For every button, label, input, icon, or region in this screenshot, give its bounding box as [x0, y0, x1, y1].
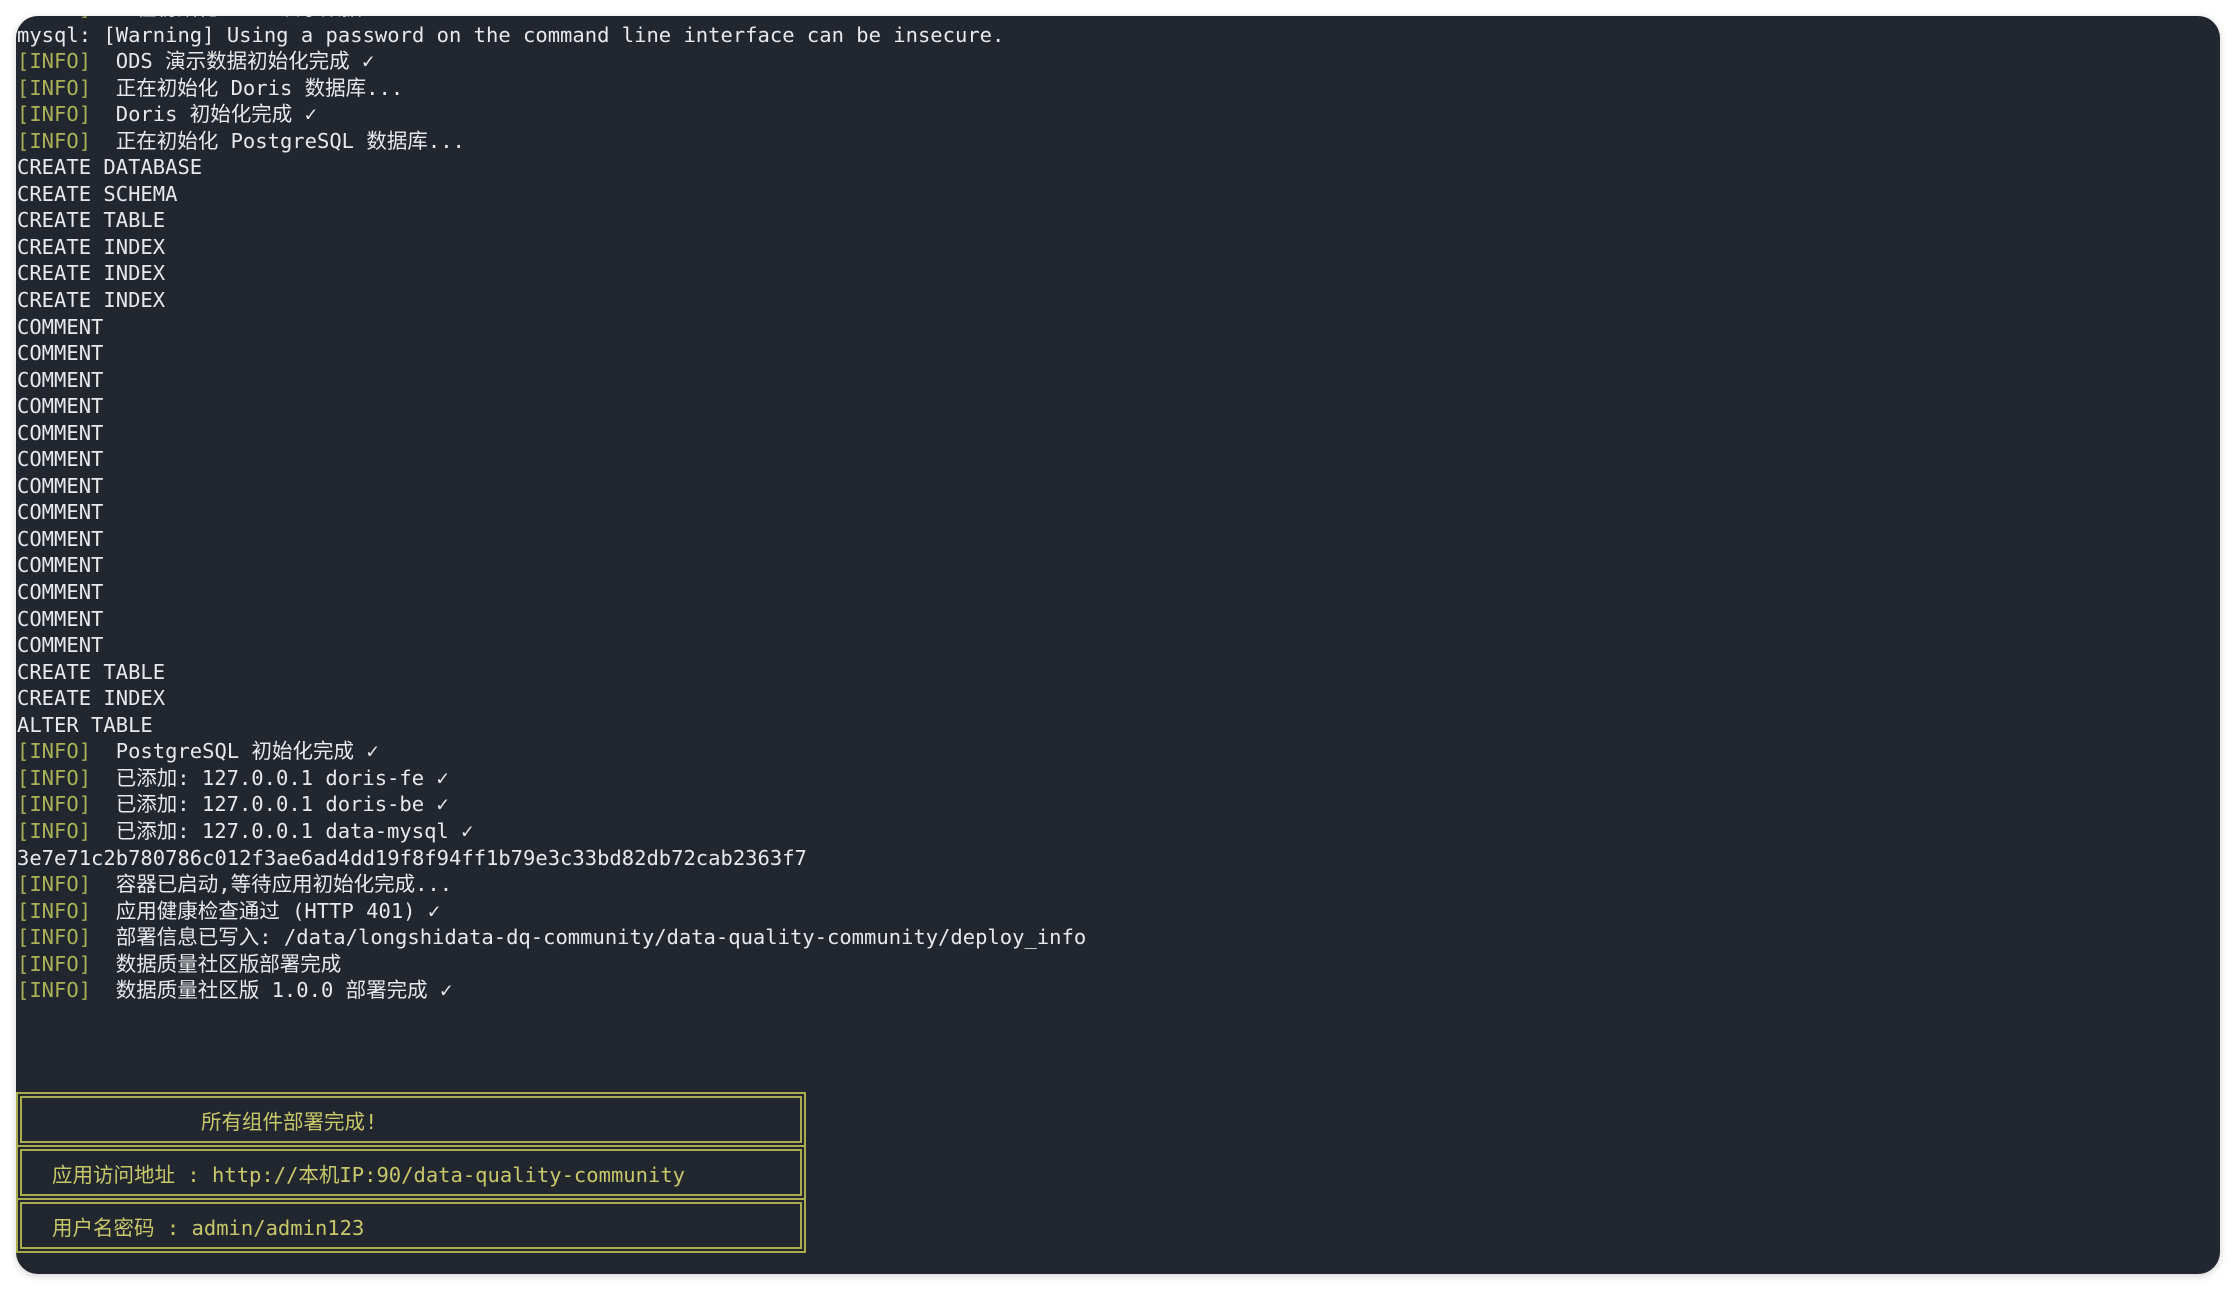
line-text: CREATE SCHEMA — [17, 181, 178, 206]
info-tag: [INFO] — [17, 16, 91, 20]
terminal-line: [INFO] 应用健康检查通过 (HTTP 401) ✓ — [17, 898, 1086, 925]
terminal-line: [INFO] 已添加: 127.0.0.1 doris-fe ✓ — [17, 765, 1086, 792]
terminal-line: CREATE INDEX — [17, 234, 1086, 261]
line-text: Doris 初始化完成 ✓ — [91, 102, 317, 127]
line-text: 已添加: 127.0.0.1 doris-be ✓ — [91, 792, 449, 817]
line-text: CREATE INDEX — [17, 261, 166, 286]
line-text: COMMENT — [17, 526, 104, 551]
terminal-line: COMMENT — [17, 420, 1086, 447]
terminal-line: COMMENT — [17, 473, 1086, 500]
line-text: 正在初始化 Doris 数据库... — [91, 75, 404, 100]
terminal-line: [INFO] 正在初始化 PostgreSQL 数据库... — [17, 128, 1086, 155]
line-text: 应用健康检查通过 (HTTP 401) ✓ — [91, 898, 441, 923]
line-text: 部署信息已写入: /data/longshidata-dq-community/… — [91, 925, 1087, 950]
terminal-line: [INFO] 数据质量社区版部署完成 — [17, 951, 1086, 978]
terminal-line: COMMENT — [17, 314, 1086, 341]
line-text: COMMENT — [17, 367, 104, 392]
terminal-line: ALTER TABLE — [17, 712, 1086, 739]
banner-credentials-cell: 用户名密码 : admin/admin123 — [16, 1198, 806, 1253]
info-tag: [INFO] — [17, 951, 92, 976]
line-text: COMMENT — [17, 341, 104, 366]
terminal-line: [INFO] 正在初始化 Doris 数据库... — [17, 75, 1086, 102]
terminal-line: COMMENT — [17, 579, 1086, 606]
info-tag: [INFO] — [17, 75, 92, 100]
line-text: COMMENT — [17, 420, 104, 445]
terminal-line: [INFO] Doris 初始化完成 ✓ — [17, 101, 1086, 128]
terminal-line: COMMENT — [17, 552, 1086, 579]
terminal-line: mysql: [Warning] Using a password on the… — [17, 22, 1086, 49]
terminal-line: COMMENT — [17, 606, 1086, 633]
line-text: COMMENT — [17, 553, 104, 578]
line-text: CREATE INDEX — [17, 686, 166, 711]
line-text: CREATE INDEX — [17, 234, 166, 259]
line-text: CREATE TABLE — [17, 659, 166, 684]
line-text: CREATE INDEX — [17, 288, 166, 313]
line-text: ODS 演示数据初始化完成 ✓ — [91, 49, 375, 74]
line-text: CREATE DATABASE — [17, 155, 203, 180]
terminal-line: COMMENT — [17, 499, 1086, 526]
terminal-line: [INFO] ODS 演示数据初始化完成 ✓ — [17, 48, 1086, 75]
terminal-line: COMMENT — [17, 340, 1086, 367]
line-text: 已添加: 127.0.0.1 doris-fe ✓ — [91, 765, 449, 790]
line-text: PostgreSQL 初始化完成 ✓ — [91, 739, 379, 764]
terminal-line: CREATE INDEX — [17, 260, 1086, 287]
terminal-window[interactable]: [INFO] 正在初始化 ODS 演示数据...mysql: [Warning]… — [16, 16, 2220, 1274]
terminal-output: [INFO] 正在初始化 ODS 演示数据...mysql: [Warning]… — [16, 16, 1086, 1004]
info-tag: [INFO] — [17, 765, 92, 790]
line-text: CREATE TABLE — [17, 208, 166, 233]
line-text: 容器已启动,等待应用初始化完成... — [91, 872, 453, 897]
info-tag: [INFO] — [17, 818, 92, 843]
terminal-line: COMMENT — [17, 393, 1086, 420]
line-text: 数据质量社区版部署完成 — [91, 951, 342, 976]
info-tag: [INFO] — [17, 49, 92, 74]
info-tag: [INFO] — [17, 128, 92, 153]
line-text: 数据质量社区版 1.0.0 部署完成 ✓ — [91, 978, 453, 1003]
terminal-line: COMMENT — [17, 367, 1086, 394]
info-tag: [INFO] — [17, 739, 92, 764]
info-tag: [INFO] — [17, 925, 92, 950]
terminal-line: COMMENT — [17, 526, 1086, 553]
info-tag: [INFO] — [17, 978, 92, 1003]
terminal-line: CREATE SCHEMA — [17, 181, 1086, 208]
terminal-line: CREATE TABLE — [17, 659, 1086, 686]
banner-url-cell: 应用访问地址 : http://本机IP:90/data-quality-com… — [16, 1145, 806, 1200]
line-text: COMMENT — [17, 580, 104, 605]
banner-url-text: 应用访问地址 : http://本机IP:90/data-quality-com… — [52, 1162, 685, 1187]
deploy-summary-banner: 所有组件部署完成! 应用访问地址 : http://本机IP:90/data-q… — [16, 1092, 806, 1255]
terminal-line: [INFO] PostgreSQL 初始化完成 ✓ — [17, 738, 1086, 765]
line-text: COMMENT — [17, 314, 104, 339]
terminal-line: CREATE DATABASE — [17, 154, 1086, 181]
terminal-line: CREATE INDEX — [17, 685, 1086, 712]
terminal-line: COMMENT — [17, 446, 1086, 473]
terminal-line: [INFO] 部署信息已写入: /data/longshidata-dq-com… — [17, 924, 1086, 951]
line-text: 正在初始化 PostgreSQL 数据库... — [91, 128, 465, 153]
banner-title-cell: 所有组件部署完成! — [16, 1092, 806, 1147]
banner-credentials-text: 用户名密码 : admin/admin123 — [52, 1215, 365, 1240]
line-text: COMMENT — [17, 606, 104, 631]
terminal-line: [INFO] 已添加: 127.0.0.1 data-mysql ✓ — [17, 818, 1086, 845]
banner-title: 所有组件部署完成! — [201, 1109, 378, 1134]
terminal-line: COMMENT — [17, 632, 1086, 659]
terminal-line: [INFO] 数据质量社区版 1.0.0 部署完成 ✓ — [17, 977, 1086, 1004]
line-text: 已添加: 127.0.0.1 data-mysql ✓ — [91, 818, 474, 843]
terminal-line: CREATE INDEX — [17, 287, 1086, 314]
line-text: ALTER TABLE — [17, 712, 153, 737]
terminal-line: [INFO] 正在初始化 ODS 演示数据... — [17, 16, 1086, 22]
info-tag: [INFO] — [17, 792, 92, 817]
line-text: 正在初始化 ODS 演示数据... — [91, 16, 399, 20]
line-text: COMMENT — [17, 447, 104, 472]
line-text: mysql: [Warning] Using a password on the… — [17, 22, 1005, 47]
info-tag: [INFO] — [17, 872, 92, 897]
line-text: 3e7e71c2b780786c012f3ae6ad4dd19f8f94ff1b… — [17, 845, 807, 870]
terminal-line: 3e7e71c2b780786c012f3ae6ad4dd19f8f94ff1b… — [17, 845, 1086, 872]
info-tag: [INFO] — [17, 898, 92, 923]
line-text: COMMENT — [17, 394, 104, 419]
terminal-line: [INFO] 已添加: 127.0.0.1 doris-be ✓ — [17, 791, 1086, 818]
info-tag: [INFO] — [17, 102, 92, 127]
line-text: COMMENT — [17, 500, 104, 525]
terminal-line: CREATE TABLE — [17, 207, 1086, 234]
terminal-line: [INFO] 容器已启动,等待应用初始化完成... — [17, 871, 1086, 898]
line-text: COMMENT — [17, 473, 104, 498]
line-text: COMMENT — [17, 633, 104, 658]
